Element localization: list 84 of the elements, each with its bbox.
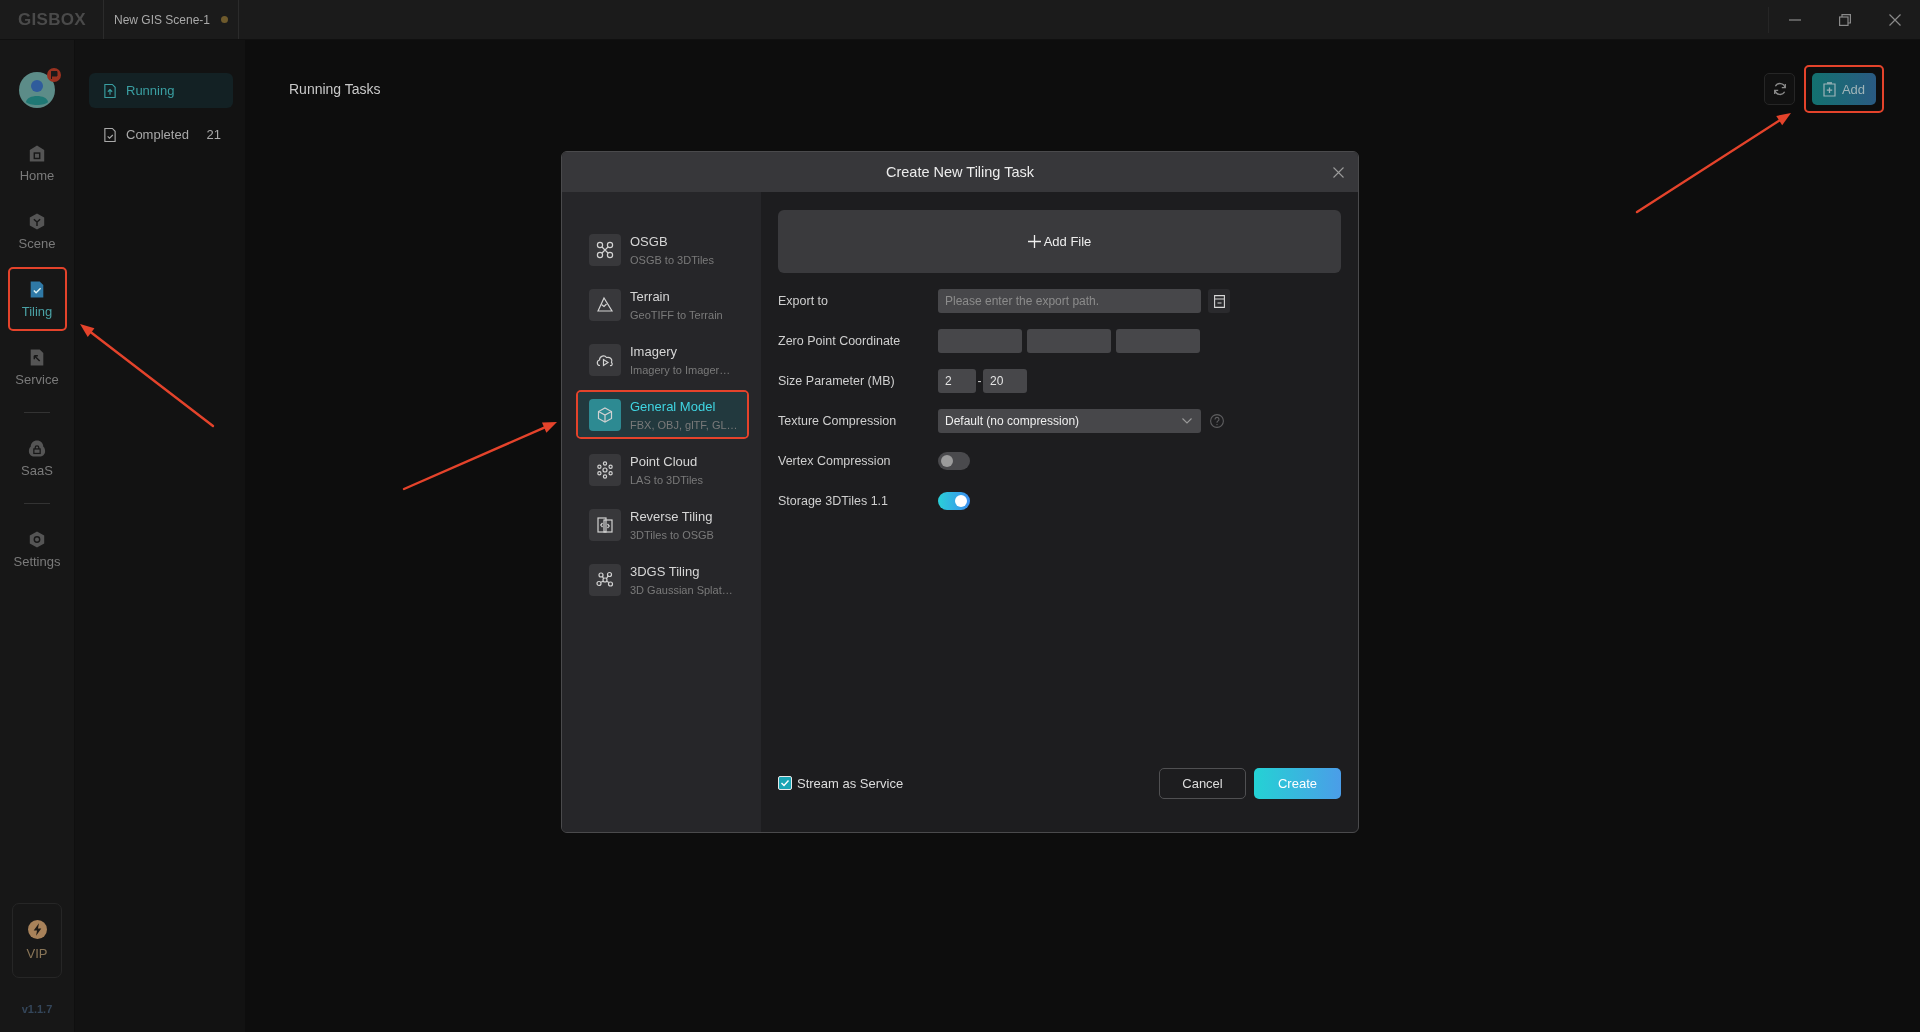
task-type-item[interactable]: 3DGS Tiling 3D Gaussian Splat…: [578, 557, 747, 602]
dialog-title: Create New Tiling Task: [886, 164, 1034, 180]
task-type-item[interactable]: Imagery Imagery to Imager…: [578, 337, 747, 382]
field-label: Export to: [778, 294, 830, 308]
checkbox-label: Stream as Service: [797, 775, 904, 791]
network-icon: [589, 563, 621, 596]
cube-icon: [28, 211, 46, 231]
task-type-name: Point Cloud: [630, 453, 699, 469]
task-type-name: Reverse Tiling: [630, 508, 714, 524]
nav-item[interactable]: Scene: [9, 201, 65, 261]
field-label: Zero Point Coordinate: [778, 334, 902, 348]
task-type-description: GeoTIFF to Terrain: [630, 308, 723, 321]
caret-icon: [1182, 418, 1192, 424]
task-type-name: OSGB: [630, 233, 669, 249]
task-type-description: Imagery to Imager…: [630, 363, 731, 376]
task-type-name: Terrain: [630, 288, 671, 304]
cancel-button[interactable]: Cancel: [1159, 767, 1246, 799]
task-type-description: 3DTiles to OSGB: [630, 528, 714, 541]
texture-select[interactable]: Default (no compression): [938, 409, 1201, 433]
split-panel-icon: [589, 508, 621, 541]
avatar-icon[interactable]: [19, 72, 55, 108]
add-file-button[interactable]: Add File: [778, 210, 1341, 273]
task-type-name: General Model: [630, 398, 717, 414]
task-type-description: OSGB to 3DTiles: [630, 253, 714, 266]
mountain-icon: [589, 288, 621, 321]
flag-badge-icon: [47, 68, 61, 82]
refresh-button[interactable]: [1764, 73, 1795, 105]
lock-icon: [28, 438, 46, 458]
toggle-switch[interactable]: [938, 452, 970, 470]
max-size-field[interactable]: 20: [983, 369, 1027, 393]
nav-item[interactable]: Home: [9, 133, 65, 193]
field-label: Vertex Compression: [778, 454, 892, 468]
range-separator: -: [976, 374, 983, 388]
task-filter-item[interactable]: Running: [89, 73, 233, 108]
lightning-icon: [27, 920, 47, 939]
help-icon[interactable]: [1210, 414, 1224, 428]
nav-item[interactable]: SaaS: [9, 428, 65, 488]
document-check-icon: [103, 126, 117, 143]
coordinate-field[interactable]: [1116, 329, 1200, 353]
task-type-name: Imagery: [630, 343, 678, 359]
coordinate-field[interactable]: [938, 329, 1022, 353]
export-path-field[interactable]: Please enter the export path.: [938, 289, 1201, 313]
task-count: 21: [206, 127, 221, 142]
coordinate-field[interactable]: [1027, 329, 1111, 353]
close-icon[interactable]: [1333, 166, 1344, 178]
checkbox[interactable]: [778, 776, 792, 790]
cloud-icon: [589, 343, 621, 376]
task-type-item[interactable]: OSGB OSGB to 3DTiles: [578, 227, 747, 272]
cube-icon: [589, 398, 621, 431]
task-type-name: 3DGS Tiling: [630, 563, 701, 579]
page-title: Running Tasks: [289, 81, 381, 97]
refresh-icon: [1772, 82, 1787, 96]
task-type-description: LAS to 3DTiles: [630, 473, 703, 486]
restore-icon[interactable]: [1839, 13, 1851, 26]
toggle-switch[interactable]: [938, 492, 970, 510]
close-icon[interactable]: [1889, 13, 1901, 26]
nodes-icon: [589, 453, 621, 486]
vip-button[interactable]: VIP: [12, 903, 62, 978]
nav-item[interactable]: Tiling: [9, 269, 65, 329]
task-type-item[interactable]: Terrain GeoTIFF to Terrain: [578, 282, 747, 327]
task-type-description: 3D Gaussian Splat…: [630, 583, 733, 596]
field-label: Size Parameter (MB): [778, 374, 896, 388]
document-icon: [1213, 294, 1225, 308]
settings-icon: [28, 529, 46, 549]
browse-button[interactable]: [1208, 289, 1230, 313]
field-label: Storage 3DTiles 1.1: [778, 494, 889, 508]
house-icon: [28, 143, 46, 163]
task-type-item[interactable]: General Model FBX, OBJ, glTF, GL…: [578, 392, 747, 437]
task-type-description: FBX, OBJ, glTF, GL…: [630, 418, 738, 431]
document-upload-icon: [103, 82, 117, 99]
plus-icon: [1027, 235, 1041, 248]
task-type-item[interactable]: Point Cloud LAS to 3DTiles: [578, 447, 747, 492]
quadcopter-icon: [589, 233, 621, 266]
version-label: v1.1.7: [21, 1003, 53, 1015]
field-label: Texture Compression: [778, 414, 898, 428]
document-plus-icon: [1822, 81, 1836, 97]
task-type-item[interactable]: Reverse Tiling 3DTiles to OSGB: [578, 502, 747, 547]
document-check-icon: [28, 279, 46, 299]
nav-item[interactable]: Settings: [9, 519, 65, 579]
document-arrow-icon: [28, 347, 46, 367]
task-filter-item[interactable]: Completed 21: [89, 117, 233, 152]
scene-tab[interactable]: New GIS Scene-1: [103, 0, 240, 39]
nav-item[interactable]: Service: [9, 337, 65, 397]
min-size-field[interactable]: 2: [938, 369, 976, 393]
